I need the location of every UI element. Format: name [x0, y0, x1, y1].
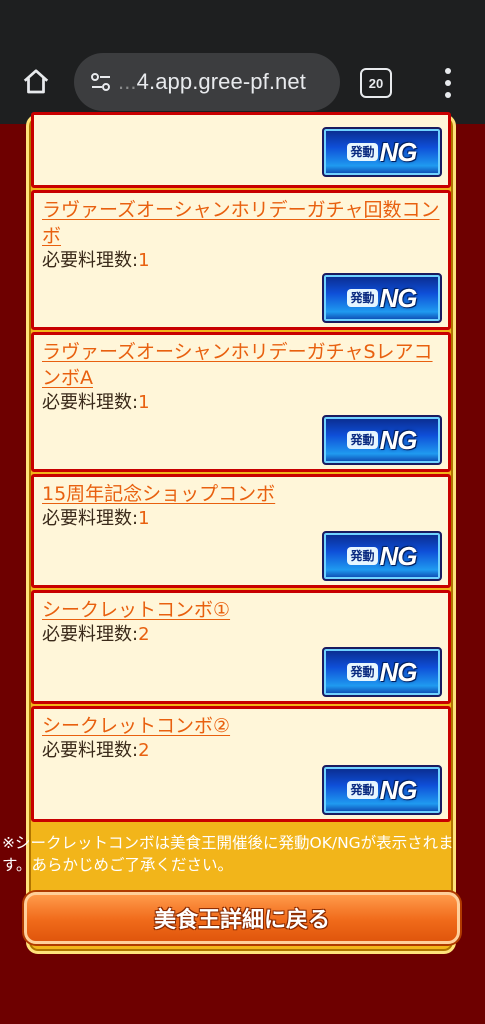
address-bar[interactable]: ...4.app.gree-pf.net — [74, 53, 340, 111]
ng-label: NG — [379, 540, 418, 571]
activation-label: 発動 — [347, 547, 378, 565]
secret-combo-note: ※シークレットコンボは美食王開催後に発動OK/NGが表示されます。あらかじめご了… — [2, 834, 454, 874]
combo-title-link[interactable]: ラヴァーズオーシャンホリデーガチャ回数コンボ — [42, 197, 444, 249]
url-text: ...4.app.gree-pf.net — [118, 69, 306, 94]
site-settings-icon[interactable] — [84, 71, 118, 93]
combo-item: ラヴァーズオーシャンホリデーガチャ回数コンボ 必要料理数:1 発動 NG — [31, 190, 451, 330]
home-icon — [23, 69, 49, 94]
tab-count: 20 — [368, 75, 384, 91]
home-button[interactable] — [14, 62, 58, 102]
browser-toolbar: ...4.app.gree-pf.net 20 — [0, 0, 485, 124]
ng-label: NG — [379, 136, 418, 167]
combo-title-link[interactable]: ラヴァーズオーシャンホリデーガチャSレアコンボA — [42, 339, 444, 391]
activation-label: 発動 — [347, 143, 378, 161]
required-dishes: 必要料理数:2 — [42, 740, 150, 761]
combo-title-link[interactable]: シークレットコンボ① — [42, 597, 444, 623]
activation-label: 発動 — [347, 289, 378, 307]
required-dishes: 必要料理数:1 — [42, 392, 150, 413]
activation-ng-button[interactable]: 発動 NG — [322, 765, 442, 815]
required-dishes: 必要料理数:1 — [42, 508, 150, 529]
ng-label: NG — [379, 656, 418, 687]
combo-item: ラヴァーズオーシャンホリデーガチャSレアコンボA 必要料理数:1 発動 NG — [31, 332, 451, 472]
activation-label: 発動 — [347, 781, 378, 799]
combo-title-link[interactable]: 15周年記念ショップコンボ — [42, 481, 444, 507]
ng-label: NG — [379, 282, 418, 313]
back-button-label: 美食王詳細に戻る — [153, 908, 330, 933]
activation-ng-button[interactable]: 発動 NG — [322, 127, 442, 177]
activation-label: 発動 — [347, 431, 378, 449]
ng-label: NG — [379, 424, 418, 455]
ng-label: NG — [379, 774, 418, 805]
required-dishes: 必要料理数:2 — [42, 624, 150, 645]
activation-label: 発動 — [347, 663, 378, 681]
combo-item: シークレットコンボ① 必要料理数:2 発動 NG — [31, 590, 451, 704]
combo-item: 15周年記念ショップコンボ 必要料理数:1 発動 NG — [31, 474, 451, 588]
required-dishes: 必要料理数:1 — [42, 250, 150, 271]
activation-ng-button[interactable]: 発動 NG — [322, 531, 442, 581]
combo-title-link[interactable]: シークレットコンボ② — [42, 713, 444, 739]
combo-item: 発動 NG — [31, 112, 451, 188]
activation-ng-button[interactable]: 発動 NG — [322, 273, 442, 323]
activation-ng-button[interactable]: 発動 NG — [322, 415, 442, 465]
activation-ng-button[interactable]: 発動 NG — [322, 647, 442, 697]
tabs-icon[interactable]: 20 — [360, 68, 392, 98]
more-menu-icon[interactable] — [436, 64, 460, 102]
combo-item: シークレットコンボ② 必要料理数:2 発動 NG — [31, 706, 451, 822]
back-to-details-button[interactable]: 美食王詳細に戻る — [24, 892, 460, 944]
page-content: 発動 NG ラヴァーズオーシャンホリデーガチャ回数コンボ 必要料理数:1 発動 … — [0, 112, 485, 1024]
